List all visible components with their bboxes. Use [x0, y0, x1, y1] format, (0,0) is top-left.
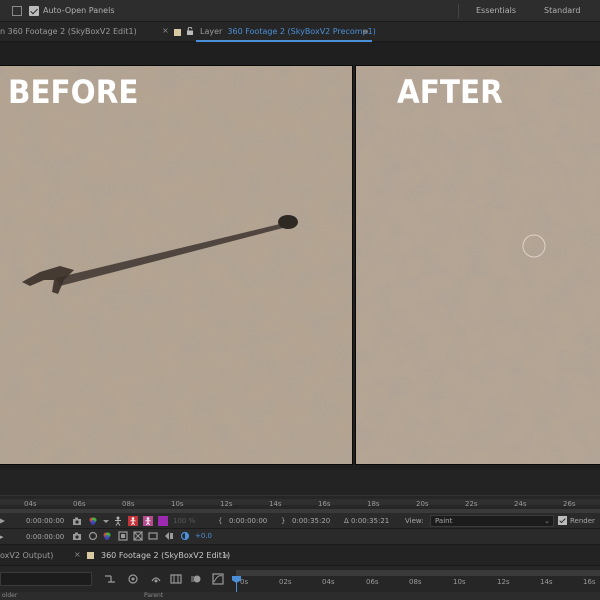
before-footage-image: [0, 66, 352, 464]
tab-output[interactable]: oxV2 Output): [0, 551, 53, 560]
ruler-tick: 24s: [514, 500, 527, 508]
ruler-tick: 26s: [563, 500, 576, 508]
close-tab-icon[interactable]: ×: [162, 26, 169, 35]
transparency-grid-icon[interactable]: [133, 531, 143, 541]
snapshot-camera-icon[interactable]: [72, 531, 82, 541]
timeline-search-input[interactable]: [0, 572, 92, 586]
timeline-tick: 14s: [540, 578, 553, 586]
show-snapshot-icon[interactable]: [88, 531, 98, 541]
before-frame[interactable]: [0, 65, 353, 465]
timeline-work-area[interactable]: [236, 570, 600, 576]
shy-icon[interactable]: [150, 573, 162, 585]
render-checkbox[interactable]: [558, 516, 567, 525]
puppet-icon[interactable]: [113, 516, 123, 526]
camera-icon[interactable]: [72, 516, 82, 526]
tab-layer-name: 360 Footage 2 (SkyBoxV2 Precomp1): [227, 27, 376, 36]
ruler-tick: 18s: [367, 500, 380, 508]
after-footage-image: [356, 66, 600, 464]
frame-blending-icon[interactable]: [170, 573, 182, 585]
lock-icon[interactable]: [187, 27, 193, 35]
workspace-standard[interactable]: Standard: [544, 6, 580, 15]
ruler-tick: 14s: [269, 500, 282, 508]
render-label: Render: [570, 517, 595, 525]
out-point-bracket[interactable]: }: [281, 517, 285, 525]
viewer-time-ruler[interactable]: 04s 06s 08s 10s 12s 14s 16s 18s 20s 22s …: [0, 495, 600, 513]
label-color-swatch: [87, 552, 94, 559]
panel-dropdown-arrow[interactable]: ▸: [0, 533, 4, 541]
ruler-track: [0, 499, 600, 505]
after-label: AFTER: [397, 73, 503, 111]
ruler-tick: 08s: [122, 500, 135, 508]
chevron-down-icon: ⌄: [544, 517, 550, 525]
ruler-tick: 22s: [465, 500, 478, 508]
exposure-value[interactable]: +0.0: [195, 532, 212, 540]
ruler-tick: 10s: [171, 500, 184, 508]
tab-composition[interactable]: n 360 Footage 2 (SkyBoxV2 Edit1): [0, 27, 137, 36]
channel-dropdown-icon[interactable]: [101, 516, 111, 526]
timeline-tick: 16s: [583, 578, 596, 586]
duration-time: Δ 0:00:35:21: [344, 517, 390, 525]
app-header: Auto-Open Panels Essentials Standard: [0, 0, 600, 22]
exposure-icon[interactable]: [180, 531, 190, 541]
zoom-level[interactable]: 100 %: [173, 517, 195, 525]
view-label: View:: [405, 517, 424, 525]
timeline-current-time[interactable]: 0:00:00:00: [26, 533, 64, 541]
in-point-bracket[interactable]: {: [218, 517, 222, 525]
label-color-swatch: [174, 29, 181, 36]
before-label: BEFORE: [8, 73, 139, 111]
fast-preview-icon[interactable]: [164, 531, 174, 541]
puppet-red-icon[interactable]: [128, 516, 138, 526]
viewer-controls-secondary: ▸ 0:00:00:00 +0.0: [0, 529, 600, 544]
puppet-pink-icon[interactable]: [143, 516, 153, 526]
timeline-tick: 10s: [453, 578, 466, 586]
view-select[interactable]: Paint ⌄: [430, 515, 554, 527]
graph-editor-icon[interactable]: [212, 573, 224, 585]
pole-top-shadow: [278, 215, 298, 229]
auto-open-panels-label: Auto-Open Panels: [43, 6, 115, 15]
ruler-tick: 16s: [318, 500, 331, 508]
play-icon[interactable]: [0, 516, 6, 526]
timeline-tick: 12s: [497, 578, 510, 586]
channels-icon[interactable]: [88, 516, 98, 526]
motion-blur-icon[interactable]: [190, 573, 202, 585]
ruler-tick: 06s: [73, 500, 86, 508]
column-parent: Parent: [144, 592, 164, 599]
column-source-name: older: [2, 592, 18, 599]
close-tab-icon[interactable]: ×: [74, 550, 81, 559]
out-point-time[interactable]: 0:00:35:20: [292, 517, 330, 525]
view-options-icon[interactable]: [148, 531, 158, 541]
tab-layer-prefix: Layer: [200, 27, 223, 36]
timeline-tabs: oxV2 Output) × 360 Footage 2 (SkyBoxV2 E…: [0, 544, 600, 566]
region-of-interest-icon[interactable]: [118, 531, 128, 541]
current-time[interactable]: 0:00:00:00: [26, 517, 64, 525]
timeline-tick: 0s: [240, 578, 249, 586]
color-channels-icon[interactable]: [102, 531, 112, 541]
viewer-controls: 0:00:00:00 100 % { 0:00:00:00 } 0:00:35:…: [0, 513, 600, 529]
workspace-essentials[interactable]: Essentials: [476, 6, 516, 15]
tab-layer[interactable]: Layer 360 Footage 2 (SkyBoxV2 Precomp1): [200, 27, 376, 36]
timeline-tick: 02s: [279, 578, 292, 586]
draft-3d-icon[interactable]: [127, 573, 139, 585]
timeline-tick: 04s: [322, 578, 335, 586]
timeline-tick: 08s: [409, 578, 422, 586]
view-select-value: Paint: [435, 517, 453, 525]
magenta-swatch-icon[interactable]: [158, 516, 168, 526]
comp-mini-flowchart-icon[interactable]: [104, 573, 116, 585]
after-frame[interactable]: [355, 65, 600, 465]
timeline-tick: 06s: [366, 578, 379, 586]
home-icon[interactable]: [12, 6, 22, 16]
panel-menu-icon[interactable]: ≡: [362, 27, 369, 36]
ruler-tick: 04s: [24, 500, 37, 508]
timeline-panel: 0s 02s 04s 06s 08s 10s 12s 14s 16s older…: [0, 566, 600, 600]
panel-menu-icon[interactable]: ≡: [222, 551, 229, 560]
workspace-divider: [458, 4, 459, 18]
in-point-time[interactable]: 0:00:00:00: [229, 517, 267, 525]
ruler-tick: 12s: [220, 500, 233, 508]
panel-tabs: n 360 Footage 2 (SkyBoxV2 Edit1) × Layer…: [0, 22, 600, 42]
tab-timeline-active[interactable]: 360 Footage 2 (SkyBoxV2 Edit1): [101, 551, 230, 560]
timeline-column-header: older Parent: [0, 592, 600, 600]
ruler-tick: 20s: [416, 500, 429, 508]
auto-open-panels-checkbox[interactable]: [29, 6, 39, 16]
